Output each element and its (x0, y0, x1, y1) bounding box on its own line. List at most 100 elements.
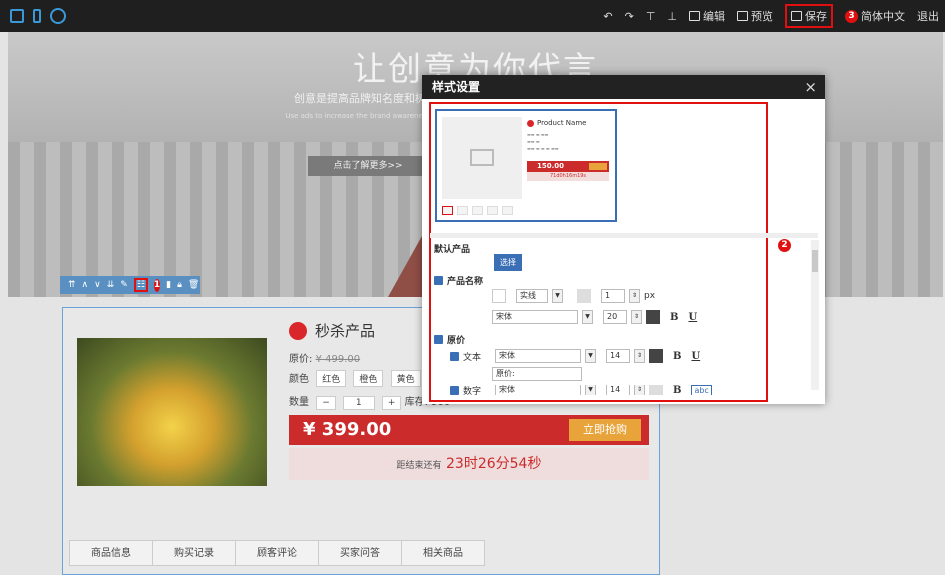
bold-toggle[interactable]: B (673, 385, 681, 395)
edit-style-icon[interactable]: ✎ (120, 280, 128, 290)
buy-now-button[interactable]: 立即抢购 (569, 419, 641, 441)
font-color-swatch[interactable] (649, 349, 663, 363)
color-option[interactable]: 橙色 (353, 370, 384, 387)
element-toolbar: ⇈ ∧ ∨ ⇊ ✎ ☷ 1 ▮ 🔒︎ 🗑︎ (60, 276, 200, 294)
preview-countdown: 71d0h16m19s (527, 172, 609, 181)
undo-button[interactable]: ↶ (603, 10, 612, 23)
qty-input[interactable]: 1 (342, 396, 375, 410)
text-checkbox[interactable] (450, 351, 459, 361)
countdown-label: 距结束还有 (396, 461, 442, 471)
move-top-icon[interactable]: ⇈ (68, 280, 76, 290)
dropdown-arrow-icon[interactable]: ▼ (585, 385, 596, 395)
name-section: 产品名称 (434, 274, 483, 287)
lock-icon[interactable]: 🔒︎ (177, 280, 182, 290)
qty-minus-button[interactable]: − (316, 396, 336, 410)
number-checkbox[interactable] (450, 385, 459, 395)
select-product-row: 选择 (494, 254, 522, 271)
bold-toggle[interactable]: B (670, 312, 678, 323)
save-icon (791, 11, 802, 21)
color-option[interactable]: 黄色 (390, 370, 421, 387)
hero-more-button[interactable]: 点击了解更多>> (308, 156, 428, 176)
close-icon[interactable]: × (804, 75, 817, 99)
product-title: 秒杀产品 (289, 320, 375, 341)
dropdown-arrow-icon[interactable]: ▼ (552, 289, 563, 303)
text-value-input[interactable]: 原价: (492, 367, 582, 381)
text-font-row: 文本 宋体 ▼ 14 ⇕ B U (450, 349, 700, 363)
thumbnail[interactable] (487, 206, 498, 215)
name-checkbox[interactable] (434, 276, 443, 285)
align-bottom-button[interactable]: ⊥ (667, 10, 677, 23)
thumbnail[interactable] (502, 206, 513, 215)
product-tabs: 商品信息 购买记录 顾客评论 买家问答 相关商品 (69, 540, 485, 566)
preview-buy-button (589, 163, 607, 170)
border-color-swatch[interactable] (492, 289, 506, 303)
move-down-icon[interactable]: ∨ (94, 280, 101, 290)
border-swatch[interactable] (577, 289, 591, 303)
border-row: 实线 ▼ 1 ⇕ px (492, 289, 655, 303)
color-line: 颜色 红色 橙色 黄色 (289, 370, 421, 387)
stepper-icon[interactable]: ⇕ (629, 289, 640, 303)
border-width-input[interactable]: 1 (601, 289, 625, 303)
font-size-input[interactable]: 14 (606, 385, 630, 395)
align-top-button[interactable]: ⊤ (646, 10, 656, 23)
scrollbar-thumb[interactable] (812, 250, 818, 272)
move-up-icon[interactable]: ∧ (82, 280, 89, 290)
font-family-select[interactable]: 宋体 (495, 349, 581, 363)
step-badge-1: 1 (153, 278, 161, 292)
preview-name: Product Name (527, 119, 586, 127)
font-size-input[interactable]: 14 (606, 349, 630, 363)
mobile-icon[interactable] (33, 9, 41, 23)
settings-icon[interactable]: ☷ (133, 278, 148, 292)
orig-checkbox[interactable] (434, 335, 443, 344)
tab-product-info[interactable]: 商品信息 (69, 540, 153, 566)
save-button[interactable]: 保存 (785, 4, 833, 28)
thumbnail[interactable] (457, 206, 468, 215)
text-value-row: 原价: (492, 367, 582, 381)
color-option[interactable]: 红色 (316, 370, 347, 387)
font-family-select[interactable]: 宋体 (492, 310, 578, 324)
tab-qa[interactable]: 买家问答 (318, 540, 402, 566)
tab-related[interactable]: 相关商品 (401, 540, 485, 566)
move-bottom-icon[interactable]: ⇊ (107, 280, 115, 290)
image-placeholder-icon (470, 149, 494, 166)
font-size-input[interactable]: 20 (603, 310, 627, 324)
border-style-select[interactable]: 实线 (516, 289, 548, 303)
dialog-header: 样式设置 × (422, 75, 825, 99)
font-color-swatch[interactable] (649, 385, 663, 395)
underline-toggle[interactable]: U (688, 312, 697, 323)
qty-plus-button[interactable]: + (381, 396, 402, 410)
stepper-icon[interactable]: ⇕ (634, 349, 645, 363)
orig-section: 原价 (434, 333, 465, 346)
dropdown-arrow-icon[interactable]: ▼ (585, 349, 596, 363)
abc-toggle[interactable]: abc (691, 385, 712, 395)
preview-icon (737, 11, 748, 21)
stepper-icon[interactable]: ⇕ (634, 385, 645, 395)
section-divider (430, 233, 818, 238)
preview-button[interactable]: 预览 (737, 8, 773, 24)
chart-icon[interactable]: ▮ (166, 280, 171, 290)
circle-p-icon[interactable] (50, 8, 66, 24)
dropdown-arrow-icon[interactable]: ▼ (582, 310, 593, 324)
delete-icon[interactable]: 🗑︎ (188, 280, 199, 290)
font-family-select[interactable]: 宋体 (495, 385, 581, 395)
bold-toggle[interactable]: B (673, 351, 681, 362)
thumbnail[interactable] (472, 206, 483, 215)
tab-reviews[interactable]: 顾客评论 (235, 540, 319, 566)
desktop-icon[interactable] (10, 9, 24, 23)
edit-button[interactable]: 编辑 (689, 8, 725, 24)
font-color-swatch[interactable] (646, 310, 660, 324)
stepper-icon[interactable]: ⇕ (631, 310, 642, 324)
redo-button[interactable]: ↷ (625, 10, 634, 23)
underline-toggle[interactable]: U (691, 351, 700, 362)
toolbar-actions: ↶ ↷ ⊤ ⊥ 编辑 预览 保存 3 简体中文 退出 (603, 0, 945, 32)
device-switcher (0, 8, 66, 24)
select-button[interactable]: 选择 (494, 254, 522, 271)
tab-purchase-records[interactable]: 购买记录 (152, 540, 236, 566)
exit-button[interactable]: 退出 (917, 8, 939, 24)
dialog-scrollbar[interactable] (811, 240, 819, 390)
thumbnail[interactable] (442, 206, 453, 215)
language-button[interactable]: 3 简体中文 (845, 8, 905, 24)
product-logo-icon (289, 321, 307, 340)
style-settings-dialog: 样式设置 × Product Name ▬▬ ▬ ▬▬ ▬▬ ▬ ▬▬ ▬ ▬ ▬ … (422, 75, 825, 404)
style-preview: Product Name ▬▬ ▬ ▬▬ ▬▬ ▬ ▬▬ ▬ ▬ ▬ ▬▬ 150.… (435, 109, 617, 222)
